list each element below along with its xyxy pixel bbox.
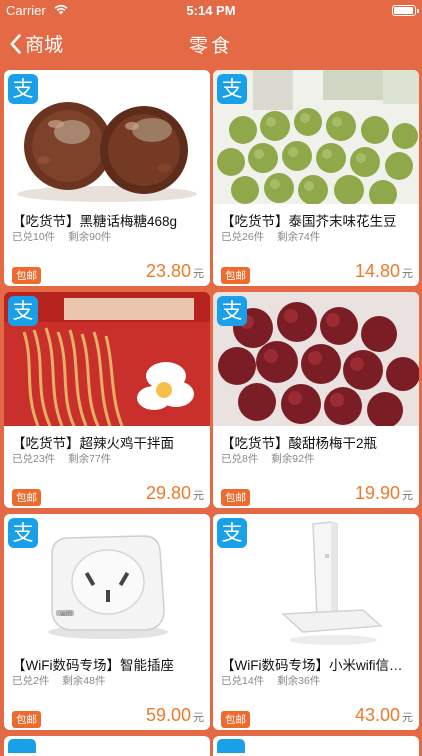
free-shipping-badge: 包邮	[12, 489, 41, 506]
product-card[interactable]: 支 【WiFi数码专场】小米wifi信号… 已兑14件 剩余36件 包邮 43.…	[213, 514, 419, 730]
alipay-icon: 支	[8, 296, 38, 326]
price: 23.80 元	[146, 261, 204, 282]
clock: 5:14 PM	[186, 3, 236, 18]
price-unit: 元	[193, 490, 204, 502]
product-title: 【吃货节】泰国芥末味花生豆	[221, 214, 397, 229]
exchanged-count: 已兑26件	[221, 231, 265, 243]
product-stats: 已兑23件 剩余77件	[12, 451, 121, 466]
exchanged-count: 已兑10件	[12, 231, 56, 243]
status-bar: Carrier 5:14 PM	[0, 0, 422, 20]
product-title: 【吃货节】超辣火鸡干拌面	[12, 436, 174, 451]
navigation-bar: 商城 零食	[0, 20, 422, 66]
product-card[interactable]: 支 【吃货节】酸甜杨梅干2瓶 已兑8件 剩余92件 包邮 19.90 元	[213, 292, 419, 508]
remaining-count: 剩余77件	[68, 453, 112, 465]
product-stats: 已兑10件 剩余90件	[12, 229, 121, 244]
product-card[interactable]: 支 【吃货节】超辣火鸡干拌面 已兑23件 剩余77件 包邮 29.80 元	[4, 292, 210, 508]
price-value: 59.00	[145, 705, 191, 725]
product-stats: 已兑14件 剩余36件	[221, 673, 330, 688]
product-card[interactable]: 支 【吃货节】黑糖话梅糖468g 已兑10件 剩余90件 包邮 23.80 元	[4, 70, 210, 286]
product-card-partial[interactable]	[213, 736, 419, 756]
battery-icon	[392, 5, 419, 16]
free-shipping-badge: 包邮	[12, 267, 41, 284]
remaining-count: 剩余90件	[68, 231, 112, 243]
price-unit: 元	[193, 712, 204, 724]
price: 19.90 元	[355, 483, 413, 504]
remaining-count: 剩余92件	[271, 453, 315, 465]
alipay-icon: 支	[217, 296, 247, 326]
remaining-count: 剩余48件	[62, 675, 106, 687]
product-title: 【吃货节】酸甜杨梅干2瓶	[221, 436, 378, 451]
exchanged-count: 已兑14件	[221, 675, 265, 687]
alipay-icon	[8, 739, 36, 753]
price-unit: 元	[402, 268, 413, 280]
alipay-icon: 支	[8, 518, 38, 548]
remaining-count: 剩余36件	[277, 675, 321, 687]
page-title: 零食	[188, 36, 233, 57]
price-value: 23.80	[145, 261, 191, 281]
free-shipping-badge: 包邮	[221, 267, 250, 284]
alipay-icon	[217, 739, 245, 753]
product-title: 【WiFi数码专场】小米wifi信号…	[221, 658, 415, 673]
price: 14.80 元	[355, 261, 413, 282]
price-value: 19.90	[354, 483, 400, 503]
plug-brand-label: wifi	[60, 610, 72, 618]
next-row-peek	[0, 736, 422, 756]
price-value: 29.80	[145, 483, 191, 503]
alipay-icon: 支	[217, 518, 247, 548]
product-stats: 已兑2件 剩余48件	[12, 673, 115, 688]
free-shipping-badge: 包邮	[12, 711, 41, 728]
product-card[interactable]: wifi 支 【WiFi数码专场】智能插座 已兑2件 剩余48件 包邮 59.0…	[4, 514, 210, 730]
price: 59.00 元	[146, 705, 204, 726]
remaining-count: 剩余74件	[277, 231, 321, 243]
price-value: 14.80	[354, 261, 400, 281]
product-title: 【吃货节】黑糖话梅糖468g	[12, 214, 178, 229]
exchanged-count: 已兑23件	[12, 453, 56, 465]
free-shipping-badge: 包邮	[221, 711, 250, 728]
free-shipping-badge: 包邮	[221, 489, 250, 506]
product-title: 【WiFi数码专场】智能插座	[12, 658, 174, 673]
alipay-icon: 支	[8, 74, 38, 104]
price: 43.00 元	[355, 705, 413, 726]
price-value: 43.00	[354, 705, 400, 725]
alipay-icon: 支	[217, 74, 247, 104]
product-card-partial[interactable]	[4, 736, 210, 756]
product-stats: 已兑8件 剩余92件	[221, 451, 324, 466]
exchanged-count: 已兑2件	[12, 675, 50, 687]
price: 29.80 元	[146, 483, 204, 504]
product-stats: 已兑26件 剩余74件	[221, 229, 330, 244]
exchanged-count: 已兑8件	[221, 453, 259, 465]
product-card[interactable]: 支 【吃货节】泰国芥末味花生豆 已兑26件 剩余74件 包邮 14.80 元	[213, 70, 419, 286]
price-unit: 元	[193, 268, 204, 280]
price-unit: 元	[402, 712, 413, 724]
price-unit: 元	[402, 490, 413, 502]
